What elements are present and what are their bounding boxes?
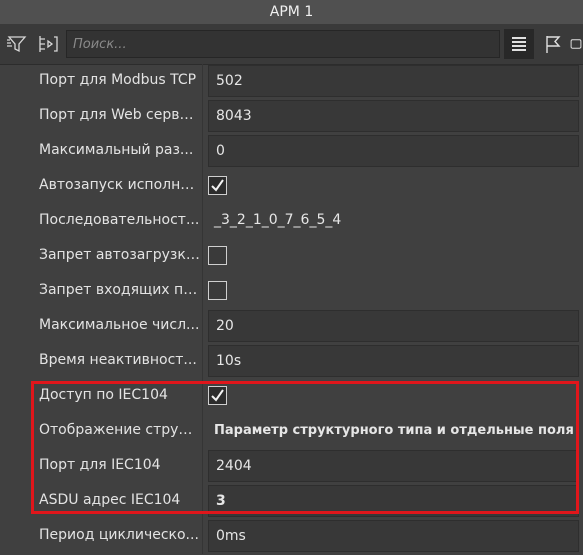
property-row: ASDU адрес IEC104 3 <box>0 484 583 519</box>
column-divider <box>202 484 203 519</box>
column-divider <box>202 274 203 309</box>
property-label: Отображение структ... <box>39 422 200 438</box>
property-label: Последовательност... <box>39 212 200 228</box>
autostart-checkbox[interactable] <box>208 176 227 195</box>
check-icon <box>211 179 224 192</box>
property-row: Доступ по IEC104 <box>0 379 583 414</box>
iec104-port-field[interactable]: 2404 <box>208 450 579 482</box>
iec104-access-checkbox[interactable] <box>208 386 227 405</box>
property-label: ASDU адрес IEC104 <box>39 492 181 508</box>
property-label: Запрет входящих по... <box>39 282 200 298</box>
property-label: Порт для IEC104 <box>39 457 161 473</box>
column-divider <box>202 169 203 204</box>
column-divider <box>202 239 203 274</box>
window-title-bar: АРМ 1 <box>0 0 583 24</box>
window-title: АРМ 1 <box>269 4 314 20</box>
property-label: Запрет автозагрузки... <box>39 247 200 263</box>
property-row: Автозапуск исполни... <box>0 169 583 204</box>
web-port-field[interactable]: 8043 <box>208 100 579 132</box>
column-divider <box>202 204 203 239</box>
property-row: Порт для IEC104 2404 <box>0 449 583 484</box>
flag-icon[interactable] <box>538 29 568 59</box>
property-row: Период циклическо... 0ms <box>0 519 583 554</box>
property-row: Запрет входящих по... <box>0 274 583 309</box>
property-row: Порт для Web серве... 8043 <box>0 99 583 134</box>
property-row: Последовательност... _3_2_1_0_7_6_5_4 <box>0 204 583 239</box>
struct-display-value[interactable]: Параметр структурного типа и отдельные п… <box>214 414 574 449</box>
column-divider <box>202 99 203 134</box>
property-grid: Порт для Modbus TCP 502 Порт для Web сер… <box>0 64 583 555</box>
property-row: Время неактивност... 10s <box>0 344 583 379</box>
check-icon <box>211 389 224 402</box>
property-label: Порт для Web серве... <box>39 107 200 123</box>
filter-icon[interactable] <box>2 29 32 59</box>
property-label: Автозапуск исполни... <box>39 177 200 193</box>
column-divider <box>202 64 203 99</box>
property-label: Порт для Modbus TCP <box>39 72 197 88</box>
property-row: Порт для Modbus TCP 502 <box>0 64 583 99</box>
property-label: Доступ по IEC104 <box>39 387 168 403</box>
column-divider <box>202 134 203 169</box>
column-divider <box>202 414 203 449</box>
column-divider <box>202 344 203 379</box>
cyclic-period-field[interactable]: 0ms <box>208 520 579 552</box>
more-icon[interactable] <box>569 29 583 59</box>
property-row: Максимальный раз... 0 <box>0 134 583 169</box>
property-row: Запрет автозагрузки... <box>0 239 583 274</box>
expand-collapse-icon[interactable] <box>33 29 63 59</box>
list-view-icon[interactable] <box>504 29 534 59</box>
autoload-ban-checkbox[interactable] <box>208 246 227 265</box>
property-label: Время неактивност... <box>39 352 197 368</box>
column-divider <box>202 309 203 344</box>
asdu-address-field[interactable]: 3 <box>208 485 579 517</box>
property-row: Максимальное числ... 20 <box>0 309 583 344</box>
incoming-ban-checkbox[interactable] <box>208 281 227 300</box>
column-divider <box>202 519 203 554</box>
sequence-value[interactable]: _3_2_1_0_7_6_5_4 <box>214 204 341 239</box>
column-divider <box>202 379 203 414</box>
modbus-port-field[interactable]: 502 <box>208 65 579 97</box>
inactivity-time-field[interactable]: 10s <box>208 345 579 377</box>
property-row: Отображение структ... Параметр структурн… <box>0 414 583 449</box>
column-divider <box>202 449 203 484</box>
max-size-field[interactable]: 0 <box>208 135 579 167</box>
search-input[interactable] <box>66 30 500 58</box>
property-label: Период циклическо... <box>39 527 199 543</box>
property-label: Максимальный раз... <box>39 142 194 158</box>
property-label: Максимальное числ... <box>39 317 200 333</box>
toolbar <box>0 24 583 65</box>
max-count-field[interactable]: 20 <box>208 310 579 342</box>
